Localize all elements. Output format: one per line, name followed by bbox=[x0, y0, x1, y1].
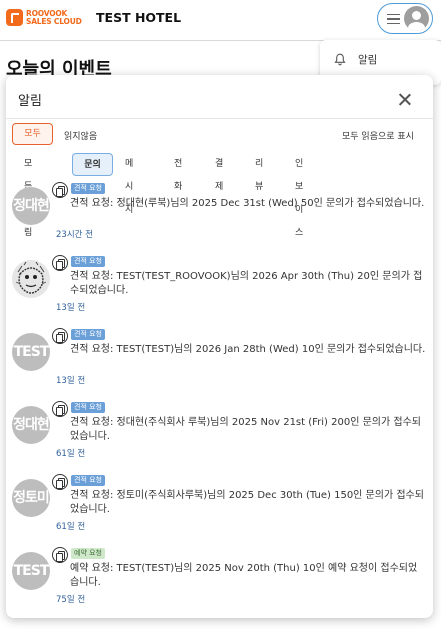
tab-inquiry[interactable]: 문의 bbox=[72, 153, 113, 176]
type-badge: 견적 요청 bbox=[71, 402, 105, 413]
user-menu-button[interactable] bbox=[377, 3, 433, 34]
dropdown-item-notifications[interactable]: 알림 bbox=[334, 52, 377, 67]
notification-item[interactable]: 견적 요청 견적 요청: TEST(TEST_ROOVOOK)님의 2026 A… bbox=[6, 253, 433, 326]
type-badge: 견적 요청 bbox=[71, 329, 105, 340]
notification-message: 견적 요청: TEST(TEST)님의 2026 Jan 28th (Wed) … bbox=[70, 344, 426, 355]
notification-panel-header: 알림 bbox=[6, 75, 433, 119]
notification-item[interactable]: TEST 예약 요청 예약 요청: TEST(TEST)님의 2025 Nov … bbox=[6, 545, 433, 618]
copy-icon[interactable] bbox=[52, 182, 68, 198]
user-avatar-icon bbox=[404, 6, 429, 31]
copy-icon[interactable] bbox=[52, 474, 68, 490]
notification-time: 75일 전 bbox=[56, 595, 86, 605]
hamburger-icon bbox=[387, 14, 400, 24]
roovook-logo[interactable]: ROOVOOK SALES CLOUD bbox=[6, 9, 82, 26]
notification-time: 23시간 전 bbox=[56, 230, 93, 240]
copy-icon[interactable] bbox=[52, 328, 68, 344]
copy-icon[interactable] bbox=[52, 401, 68, 417]
notification-panel: 알림 모두 읽지않음 모두 읽음으로 표시 모든 알림 문의 메시지 전화 결제… bbox=[6, 75, 433, 618]
copy-icon[interactable] bbox=[52, 547, 68, 563]
notification-message: 예약 요청: TEST(TEST)님의 2025 Nov 20th (Thu) … bbox=[70, 563, 418, 588]
notification-item[interactable]: 정대현 견적 요청 견적 요청: 정대현(루북)님의 2025 Dec 31st… bbox=[6, 180, 433, 253]
type-badge: 견적 요청 bbox=[71, 256, 105, 267]
notification-message: 견적 요청: 정토미(주식회사루북)님의 2025 Dec 30th (Tue)… bbox=[70, 490, 424, 515]
roovook-logo-icon bbox=[6, 9, 23, 26]
notification-time: 61일 전 bbox=[56, 449, 86, 459]
avatar: 정대현 bbox=[12, 187, 50, 225]
tab-message[interactable]: 메시지 bbox=[125, 153, 133, 215]
tab-all-notifications[interactable]: 모든 알림 bbox=[24, 153, 32, 238]
close-icon[interactable] bbox=[398, 93, 411, 106]
avatar: 정토미 bbox=[12, 479, 50, 517]
logo-text: ROOVOOK SALES CLOUD bbox=[26, 9, 82, 26]
tab-call[interactable]: 전화 bbox=[174, 153, 182, 192]
tab-payment[interactable]: 결제 bbox=[215, 153, 223, 192]
notification-message: 견적 요청: TEST(TEST_ROOVOOK)님의 2026 Apr 30t… bbox=[70, 271, 423, 296]
notification-time: 13일 전 bbox=[56, 376, 86, 386]
dropdown-item-label: 알림 bbox=[358, 54, 378, 66]
avatar: TEST bbox=[12, 552, 50, 590]
logo-line2: SALES CLOUD bbox=[26, 16, 82, 26]
type-badge: 예약 요청 bbox=[71, 548, 105, 559]
panel-title: 알림 bbox=[18, 94, 42, 109]
avatar: 정대현 bbox=[12, 406, 50, 444]
tab-invoice[interactable]: 인보이스 bbox=[295, 153, 303, 238]
avatar-photo bbox=[12, 260, 50, 298]
notification-item[interactable]: TEST 견적 요청 견적 요청: TEST(TEST)님의 2026 Jan … bbox=[6, 326, 433, 399]
bell-icon bbox=[334, 53, 346, 66]
type-badge: 견적 요청 bbox=[71, 475, 105, 486]
hotel-name: TEST HOTEL bbox=[96, 10, 182, 25]
app-header: ROOVOOK SALES CLOUD TEST HOTEL bbox=[0, 0, 441, 41]
type-badge: 견적 요청 bbox=[71, 183, 105, 194]
notification-time: 61일 전 bbox=[56, 522, 86, 532]
notification-item[interactable]: 정대현 견적 요청 견적 요청: 정대현(주식회사 루북)님의 2025 Nov… bbox=[6, 399, 433, 472]
filter-unread-button[interactable]: 읽지않음 bbox=[64, 129, 97, 142]
notification-item[interactable]: 정토미 견적 요청 견적 요청: 정토미(주식회사루북)님의 2025 Dec … bbox=[6, 472, 433, 545]
mark-all-read-button[interactable]: 모두 읽음으로 표시 bbox=[342, 129, 414, 142]
tab-review[interactable]: 리뷰 bbox=[255, 153, 263, 192]
notification-message: 견적 요청: 정대현(루북)님의 2025 Dec 31st (Wed) 50인… bbox=[70, 198, 425, 209]
avatar: TEST bbox=[12, 333, 50, 371]
copy-icon[interactable] bbox=[52, 255, 68, 271]
notification-message: 견적 요청: 정대현(주식회사 루북)님의 2025 Nov 21st (Fri… bbox=[70, 417, 421, 442]
notification-time: 13일 전 bbox=[56, 303, 86, 313]
filter-all-button[interactable]: 모두 bbox=[12, 123, 53, 145]
